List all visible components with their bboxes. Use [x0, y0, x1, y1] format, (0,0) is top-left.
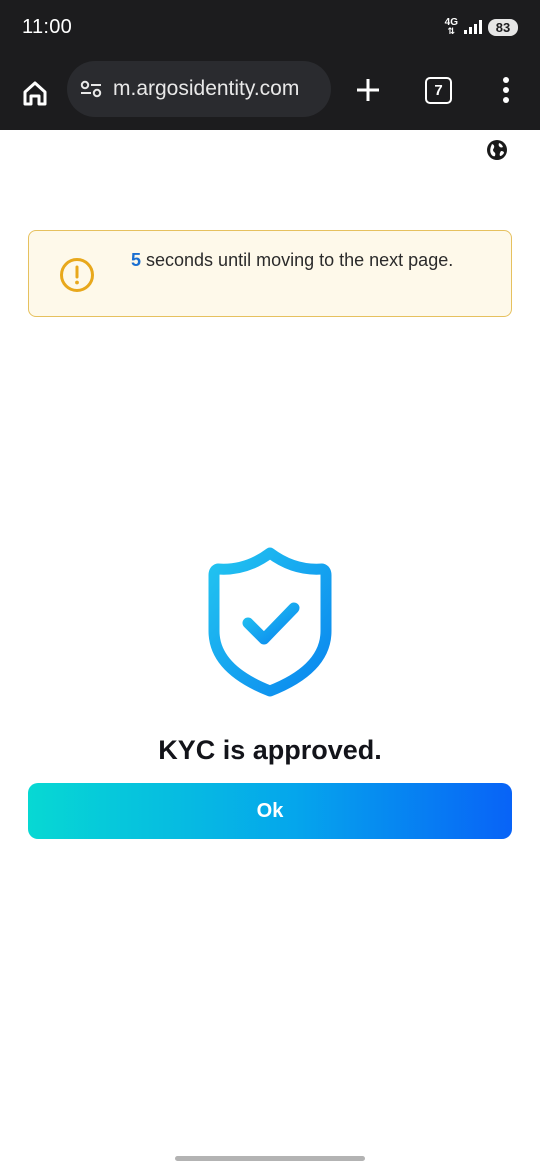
home-indicator[interactable]	[175, 1156, 365, 1161]
home-icon[interactable]	[20, 78, 50, 108]
tab-count: 7	[434, 82, 443, 99]
notice-text: 5 seconds until moving to the next page.	[131, 246, 491, 275]
status-time: 11:00	[22, 16, 73, 38]
signal-icon	[464, 20, 482, 34]
url-text: m.argosidentity.com	[113, 77, 300, 100]
address-bar[interactable]: m.argosidentity.com	[67, 61, 331, 117]
site-settings-icon[interactable]	[79, 79, 103, 99]
approval-message: KYC is approved.	[158, 735, 382, 765]
ok-button[interactable]: Ok	[28, 783, 512, 839]
countdown-seconds: 5	[131, 250, 142, 270]
tab-switcher-icon[interactable]: 7	[425, 77, 452, 104]
new-tab-plus-icon[interactable]	[354, 76, 382, 104]
shield-check-icon	[208, 547, 332, 697]
more-menu-icon[interactable]	[496, 75, 516, 105]
network-indicator: 4G ⇅	[445, 18, 458, 36]
data-arrows-icon: ⇅	[447, 26, 456, 36]
status-bar: 11:00 4G ⇅ 83	[0, 0, 540, 58]
status-indicators: 4G ⇅ 83	[445, 18, 518, 36]
warning-icon	[60, 258, 94, 292]
language-globe-icon[interactable]	[486, 139, 508, 161]
notice-message: seconds until moving to the next page.	[141, 250, 454, 270]
redirect-notice: 5 seconds until moving to the next page.	[28, 230, 512, 317]
battery-indicator: 83	[488, 18, 518, 36]
browser-toolbar: m.argosidentity.com 7	[0, 58, 540, 130]
